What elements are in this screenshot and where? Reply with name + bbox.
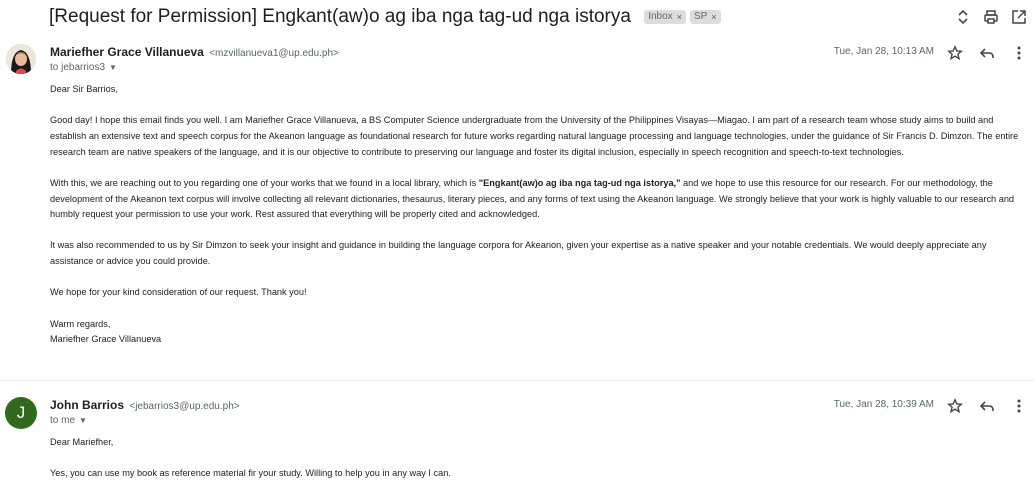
signature: Mariefher Grace Villanueva (50, 334, 162, 345)
star-icon[interactable] (946, 397, 964, 415)
print-icon[interactable] (982, 8, 1000, 26)
paragraph-1: Yes, you can use my book as reference ma… (50, 468, 451, 479)
recipient-details[interactable]: to jebarrios3 ▼ (50, 62, 117, 73)
message-body: Dear Mariefher, Yes, you can use my book… (50, 435, 1026, 482)
label-sp-text: SP (693, 11, 708, 22)
paragraph-4: We hope for your kind consideration of o… (50, 287, 307, 298)
paragraph-2: With this, we are reaching out to you re… (50, 176, 1026, 223)
unfold-icon[interactable] (954, 8, 972, 26)
remove-label-icon[interactable]: × (711, 12, 716, 22)
message-1: Mariefher Grace Villanueva <mzvillanueva… (0, 40, 1034, 380)
book-title: "Engkant(aw)o ag iba nga tag-ud nga isto… (478, 177, 681, 188)
avatar[interactable]: J (5, 397, 37, 429)
closing: Warm regards, (50, 318, 111, 329)
label-list: Inbox × SP × (644, 9, 721, 24)
sender-line: John Barrios <jebarrios3@up.edu.ph> (50, 398, 240, 412)
greeting: Dear Sir Barrios, (50, 84, 118, 94)
avatar[interactable] (6, 44, 36, 74)
label-inbox-text: Inbox (648, 11, 673, 22)
reply-icon[interactable] (978, 397, 996, 415)
chevron-down-icon[interactable]: ▼ (79, 416, 87, 425)
star-icon[interactable] (946, 44, 964, 62)
sender-line: Mariefher Grace Villanueva <mzvillanueva… (50, 45, 339, 59)
thread-subject: [Request for Permission] Engkant(aw)o ag… (49, 6, 721, 28)
reply-icon[interactable] (978, 44, 996, 62)
sender-name[interactable]: John Barrios (50, 398, 124, 412)
recipient-details[interactable]: to me ▼ (50, 415, 87, 426)
sender-name[interactable]: Mariefher Grace Villanueva (50, 45, 204, 59)
remove-label-icon[interactable]: × (677, 12, 682, 22)
message-time: Tue, Jan 28, 10:39 AM (833, 399, 934, 410)
greeting: Dear Mariefher, (50, 437, 114, 447)
label-sp[interactable]: SP × (689, 9, 721, 24)
more-vert-icon[interactable] (1010, 397, 1028, 415)
thread-header: [Request for Permission] Engkant(aw)o ag… (0, 0, 1034, 36)
sender-email: <mzvillanueva1@up.edu.ph> (209, 48, 339, 59)
recipient-text: to me (50, 415, 76, 426)
open-in-new-icon[interactable] (1010, 8, 1028, 26)
paragraph-2-start: With this, we are reaching out to you re… (50, 177, 479, 188)
subject-text: [Request for Permission] Engkant(aw)o ag… (49, 6, 631, 27)
chevron-down-icon[interactable]: ▼ (109, 63, 117, 72)
label-inbox[interactable]: Inbox × (644, 9, 686, 24)
more-vert-icon[interactable] (1010, 44, 1028, 62)
sender-email: <jebarrios3@up.edu.ph> (129, 401, 240, 412)
paragraph-3: It was also recommended to us by Sir Dim… (50, 240, 987, 267)
paragraph-1: Good day! I hope this email finds you we… (50, 115, 1019, 157)
message-time: Tue, Jan 28, 10:13 AM (833, 46, 934, 57)
message-body: Dear Sir Barrios, Good day! I hope this … (50, 82, 1026, 348)
message-2: J John Barrios <jebarrios3@up.edu.ph> to… (0, 380, 1034, 491)
recipient-text: to jebarrios3 (50, 62, 106, 73)
